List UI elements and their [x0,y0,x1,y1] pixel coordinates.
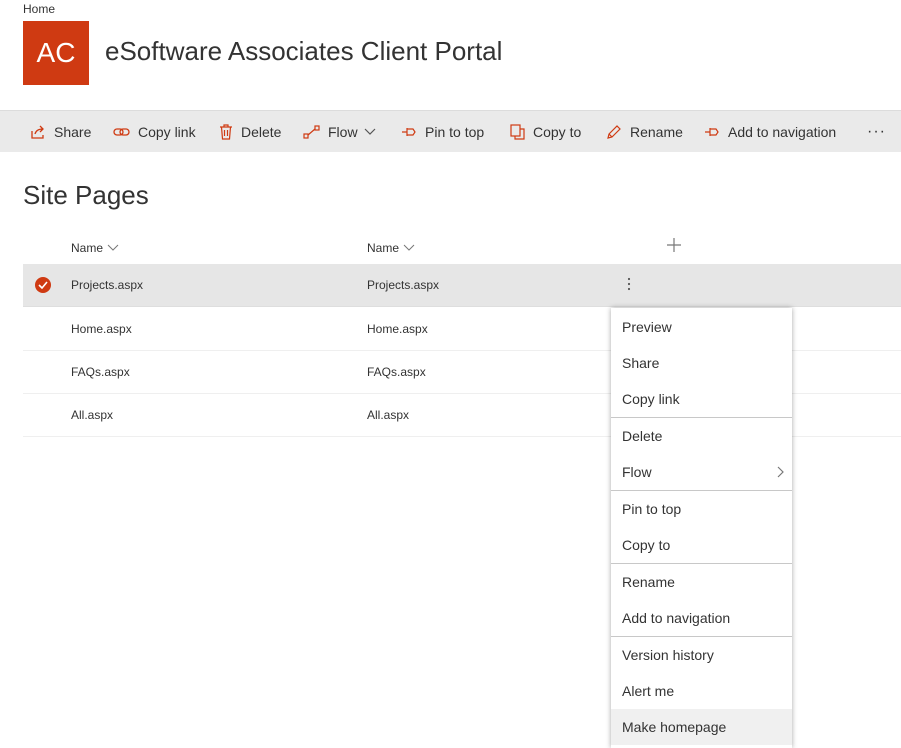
delete-button[interactable]: Delete [219,111,281,152]
pin-to-top-label: Pin to top [425,123,485,140]
share-icon [31,125,44,139]
menu-item-copy-link[interactable]: Copy link [611,381,792,417]
row-name-cell[interactable]: All.aspx [71,394,113,436]
column-header-label: Name [71,241,104,255]
share-label: Share [54,123,92,140]
menu-item-add-to-navigation[interactable]: Add to navigation [611,600,792,636]
site-logo[interactable]: AC [23,21,89,85]
more-commands-button[interactable]: ··· [867,111,886,152]
site-title[interactable]: eSoftware Associates Client Portal [105,36,502,67]
row-name-cell-2[interactable]: Projects.aspx [367,264,439,306]
chevron-down-icon [107,244,119,251]
menu-item-alert-me[interactable]: Alert me [611,673,792,709]
chevron-down-icon [364,128,375,135]
row-name-cell-2[interactable]: Home.aspx [367,308,428,350]
flow-button[interactable]: Flow [303,111,376,152]
row-name-cell[interactable]: FAQs.aspx [71,351,130,393]
rename-button[interactable]: Rename [606,111,683,152]
column-header-name-2[interactable]: Name [367,241,415,255]
row-name-cell-2[interactable]: All.aspx [367,394,409,436]
copy-icon [510,123,525,140]
column-header-name-1[interactable]: Name [71,241,119,255]
copy-link-label: Copy link [138,123,196,140]
checkmark-icon[interactable] [35,277,51,293]
flow-label: Flow [328,123,358,140]
breadcrumb[interactable]: Home [23,2,55,16]
link-icon [113,127,130,136]
pin-to-top-button[interactable]: Pin to top [401,111,484,152]
chevron-right-icon [777,466,784,478]
copy-to-button[interactable]: Copy to [510,111,581,152]
copy-to-label: Copy to [533,123,582,140]
menu-item-flow[interactable]: Flow [611,454,792,490]
chevron-down-icon [403,244,415,251]
pencil-icon [607,124,621,139]
menu-item-version-history[interactable]: Version history [611,637,792,673]
menu-item-flow-label: Flow [622,464,652,480]
context-menu: Preview Share Copy link Delete Flow Pin … [611,308,792,748]
more-vertical-icon[interactable] [623,276,635,292]
page-title: Site Pages [23,180,149,210]
table-row[interactable]: Projects.aspx Projects.aspx [23,264,901,307]
flow-icon [303,124,320,139]
copy-link-button[interactable]: Copy link [113,111,196,152]
menu-item-delete[interactable]: Delete [611,418,792,454]
rename-label: Rename [630,123,683,140]
menu-item-pin-to-top[interactable]: Pin to top [611,491,792,527]
trash-icon [220,123,232,140]
column-header-label: Name [367,241,400,255]
delete-label: Delete [241,123,282,140]
pin-icon [402,127,416,136]
add-to-navigation-button[interactable]: Add to navigation [704,111,836,152]
menu-item-preview[interactable]: Preview [611,309,792,345]
menu-item-share[interactable]: Share [611,345,792,381]
menu-item-make-homepage[interactable]: Make homepage [611,709,792,745]
share-button[interactable]: Share [30,111,91,152]
navigation-icon [705,127,719,136]
command-bar: Share Copy link Delete Flow Pin to top C… [0,110,901,152]
add-column-plus-icon[interactable] [666,237,682,253]
row-name-cell[interactable]: Projects.aspx [71,264,143,306]
menu-item-copy-to[interactable]: Copy to [611,527,792,563]
row-name-cell[interactable]: Home.aspx [71,308,132,350]
row-name-cell-2[interactable]: FAQs.aspx [367,351,426,393]
add-to-navigation-label: Add to navigation [728,123,837,140]
menu-item-rename[interactable]: Rename [611,564,792,600]
